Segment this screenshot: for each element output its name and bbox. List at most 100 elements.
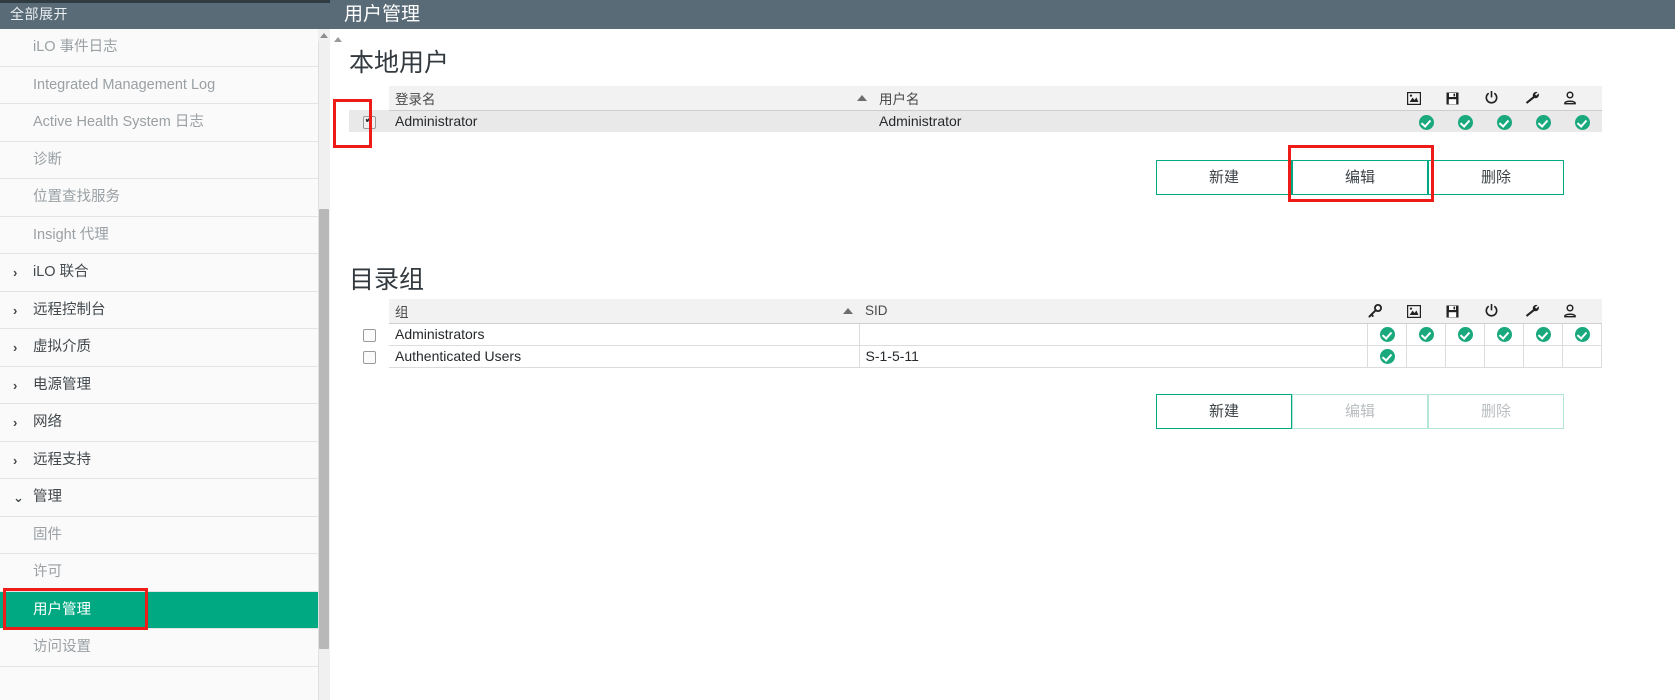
power-icon — [1485, 91, 1498, 105]
local-users-col-login[interactable]: 登录名 — [389, 86, 873, 111]
ilo-user-management-page: 全部展开 iLO 事件日志 Integrated Management Log Ac… — [0, 0, 1675, 700]
sidebar-item-1[interactable]: Integrated Management Log — [0, 66, 330, 104]
configure-settings-icon — [1524, 91, 1539, 105]
row-select-checkbox[interactable] — [362, 114, 376, 129]
administer-users-icon — [1563, 91, 1577, 105]
directory-groups-col-administer-users — [1562, 299, 1602, 324]
local-users-new-button[interactable]: 新建 — [1156, 160, 1292, 195]
row-checkbox-cell[interactable] — [349, 110, 389, 132]
sidebar-item-10[interactable]: › 网络 — [0, 404, 330, 442]
sidebar-item-label: 远程支持 — [33, 451, 91, 468]
expand-all-label: 全部展开 — [10, 6, 68, 22]
sidebar-item-15[interactable]: 用户管理 — [0, 591, 330, 629]
privilege-cell — [1445, 345, 1485, 368]
sidebar-item-7[interactable]: › 远程控制台 — [0, 291, 330, 329]
directory-groups-col-sid-label: SID — [865, 303, 888, 319]
cell-group-name: Administrators — [389, 323, 860, 346]
directory-groups-col-login — [1367, 299, 1407, 324]
local-users-delete-button[interactable]: 删除 — [1428, 160, 1564, 195]
sidebar-item-0[interactable]: iLO 事件日志 — [0, 29, 330, 67]
sidebar-item-label: 位置查找服务 — [33, 189, 120, 205]
table-row[interactable]: Administrators — [349, 323, 1602, 346]
sidebar: 全部展开 iLO 事件日志 Integrated Management Log Ac… — [0, 0, 330, 700]
sidebar-item-label: 访问设置 — [33, 639, 91, 655]
directory-groups-title: 目录组 — [349, 266, 425, 294]
login-privilege-icon — [1367, 304, 1382, 319]
local-users-edit-button[interactable]: 编辑 — [1292, 160, 1428, 195]
directory-groups-col-group-label: 组 — [395, 304, 409, 320]
directory-groups-table-body: Administrators Authenticated Users S-1-5-1… — [349, 323, 1602, 368]
sidebar-nav: iLO 事件日志 Integrated Management Log Active … — [0, 29, 330, 667]
sidebar-item-6[interactable]: › iLO 联合 — [0, 254, 330, 292]
directory-groups-col-sid[interactable]: SID — [859, 299, 1368, 324]
privilege-cell — [1367, 345, 1407, 368]
page-header-bar: 用户管理 — [330, 0, 1675, 29]
directory-groups-col-remote-console — [1406, 299, 1446, 324]
sidebar-item-label: iLO 事件日志 — [33, 39, 118, 55]
row-select-checkbox[interactable] — [362, 328, 376, 342]
cell-sid — [859, 323, 1368, 346]
sidebar-item-label: 虚拟介质 — [33, 339, 91, 355]
sidebar-item-5[interactable]: Insight 代理 — [0, 216, 330, 254]
sidebar-item-8[interactable]: › 虚拟介质 — [0, 329, 330, 367]
privilege-granted-icon — [1457, 327, 1473, 343]
privilege-cell — [1562, 345, 1602, 368]
sidebar-item-4[interactable]: 位置查找服务 — [0, 179, 330, 217]
local-users-col-administer-users — [1563, 86, 1602, 111]
sidebar-item-label: iLO 联合 — [33, 264, 89, 280]
local-users-col-login-label: 登录名 — [395, 91, 436, 107]
row-checkbox-cell[interactable] — [349, 323, 389, 345]
privilege-cell — [1563, 110, 1602, 132]
sidebar-scroll-up-arrow[interactable] — [318, 29, 330, 41]
administer-users-icon — [1563, 304, 1577, 318]
privilege-granted-icon — [1496, 327, 1512, 343]
local-users-table-head: 登录名 用户名 — [349, 86, 1602, 111]
local-users-table-body: AdministratorAdministrator — [349, 110, 1602, 132]
sidebar-item-16[interactable]: 访问设置 — [0, 629, 330, 667]
directory-groups-col-power — [1484, 299, 1524, 324]
row-select-checkbox[interactable] — [362, 350, 376, 364]
local-users-col-username[interactable]: 用户名 — [873, 86, 1407, 111]
content-scroll-up-arrow[interactable] — [332, 33, 344, 45]
main-content: 本地用户 登录名 用户名 ✔ Administrator Administrat… — [330, 29, 1675, 700]
chevron-right-icon: › — [13, 340, 18, 355]
directory-groups-col-group[interactable]: 组 — [389, 299, 859, 324]
sidebar-item-2[interactable]: Active Health System 日志 — [0, 104, 330, 142]
chevron-right-icon: › — [13, 377, 18, 393]
directory-groups-col-configure — [1523, 299, 1563, 324]
remote-console-icon — [1407, 92, 1421, 106]
sidebar-item-11[interactable]: › 远程支持 — [0, 441, 330, 479]
privilege-granted-icon — [1574, 327, 1590, 343]
sidebar-item-9[interactable]: › 电源管理 — [0, 366, 330, 404]
privilege-cell — [1406, 345, 1446, 368]
directory-groups-header-row: 组 SID — [349, 299, 1602, 324]
privilege-granted-icon — [1419, 114, 1434, 130]
privilege-granted-icon — [1458, 114, 1473, 130]
sidebar-item-12[interactable]: ⌄ 管理 — [0, 479, 330, 517]
local-users-col-virtual-media — [1446, 86, 1485, 111]
local-users-col-power — [1485, 86, 1524, 111]
privilege-cell — [1484, 345, 1524, 368]
virtual-media-icon — [1446, 305, 1459, 318]
privilege-cell — [1484, 323, 1524, 346]
table-row[interactable]: AdministratorAdministrator — [349, 110, 1602, 132]
chevron-right-icon: › — [13, 265, 18, 280]
directory-groups-delete-button: 删除 — [1428, 394, 1564, 429]
expand-all-header[interactable]: 全部展开 — [0, 0, 330, 29]
sidebar-item-14[interactable]: 许可 — [0, 554, 330, 592]
sidebar-scrollbar-thumb[interactable] — [319, 209, 329, 649]
privilege-cell — [1485, 110, 1524, 132]
sort-ascending-icon — [843, 308, 853, 314]
sidebar-scrollbar-track[interactable] — [318, 29, 330, 700]
directory-groups-new-button[interactable]: 新建 — [1156, 394, 1292, 429]
row-checkbox-cell[interactable] — [349, 345, 389, 367]
cell-user-name: Administrator — [873, 110, 1407, 132]
privilege-granted-icon — [1575, 114, 1590, 130]
sidebar-item-13[interactable]: 固件 — [0, 516, 330, 554]
privilege-cell — [1523, 345, 1563, 368]
sidebar-item-label: 管理 — [33, 489, 62, 505]
privilege-granted-icon — [1535, 327, 1551, 343]
sidebar-item-3[interactable]: 诊断 — [0, 141, 330, 179]
table-row[interactable]: Authenticated Users S-1-5-11 — [349, 345, 1602, 368]
cell-login-name: Administrator — [389, 110, 873, 132]
